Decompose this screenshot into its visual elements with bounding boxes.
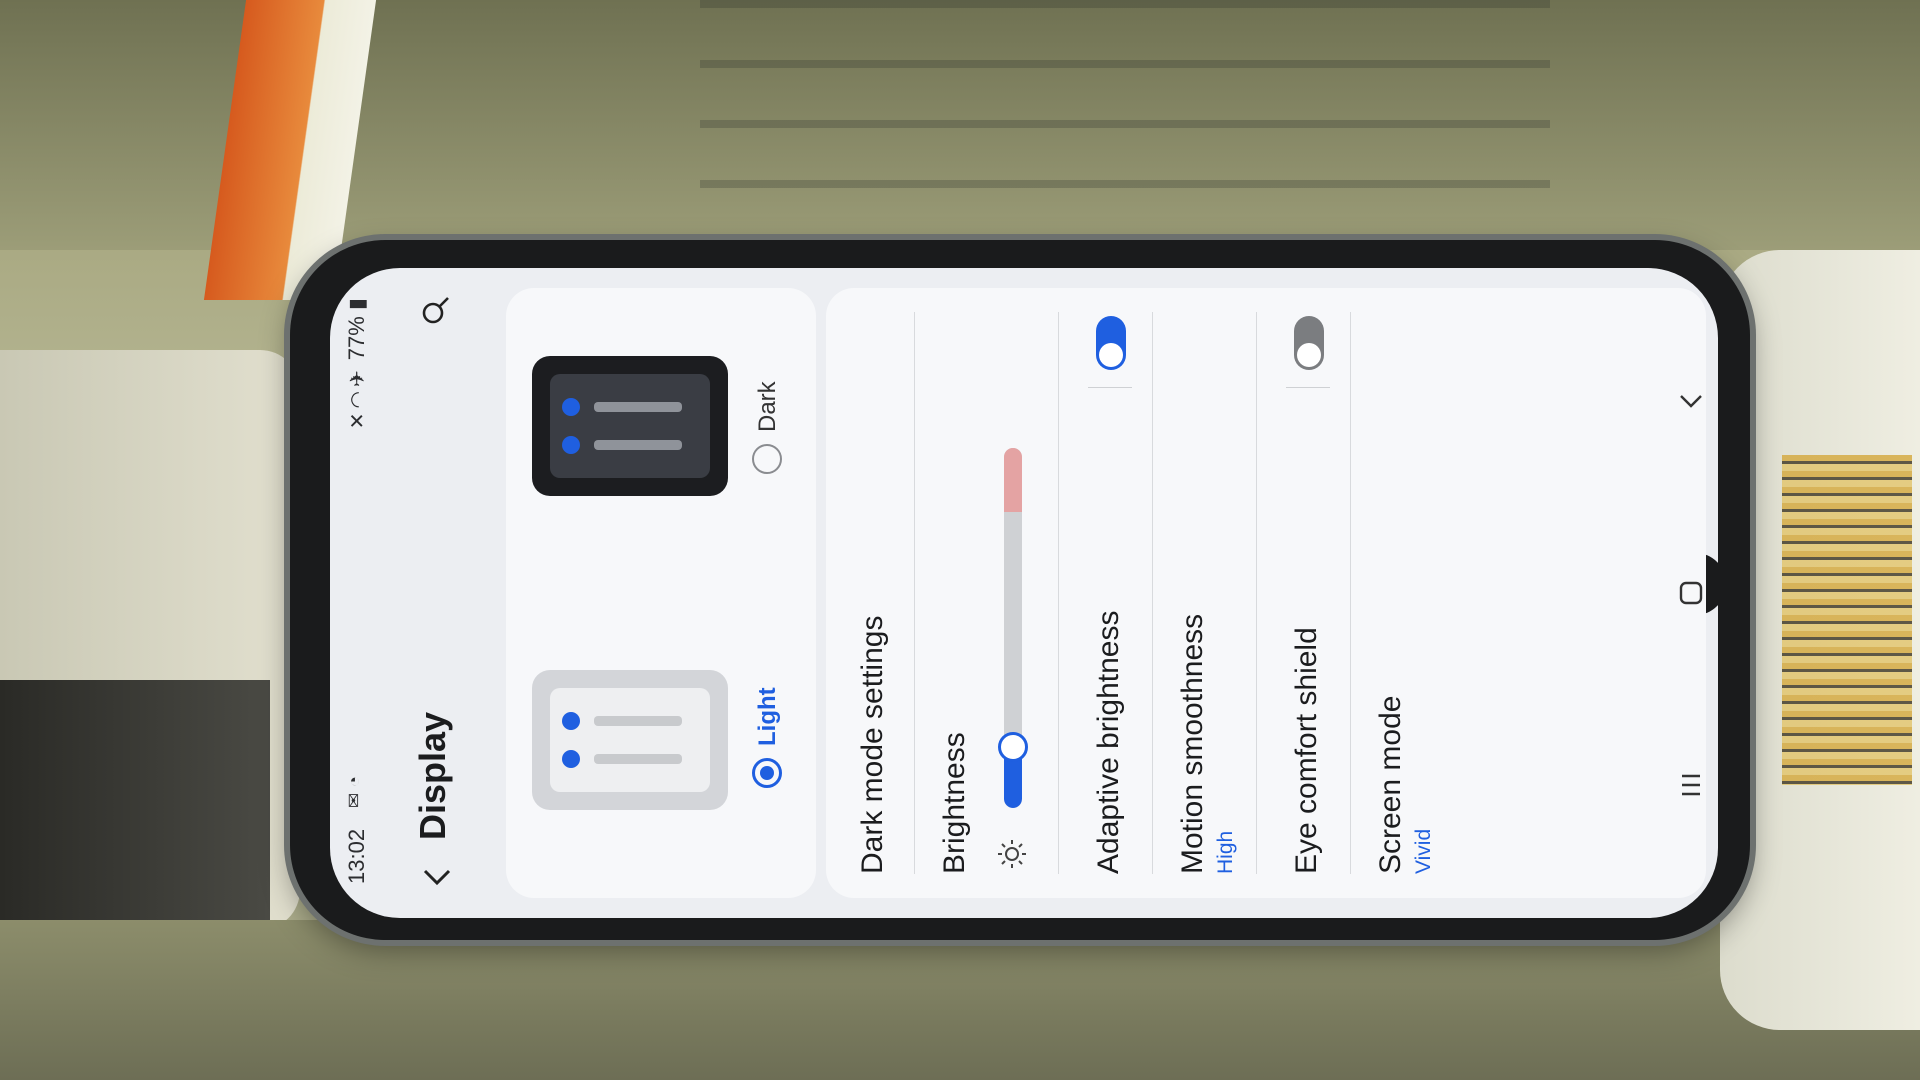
preview-dot bbox=[562, 750, 580, 768]
motion-smoothness-value: High bbox=[1214, 830, 1237, 874]
adaptive-brightness-item[interactable]: Adaptive brightness bbox=[1074, 312, 1146, 874]
divider bbox=[914, 312, 915, 874]
toggle-knob bbox=[1099, 343, 1123, 367]
search-icon bbox=[422, 297, 449, 324]
phone-screen: 13:02 ✉◔ ✕◠✈ 77% ▮ Display Light Dark Dar… bbox=[330, 268, 1718, 918]
light-preview-screen bbox=[550, 688, 710, 792]
brightness-label: Brightness bbox=[938, 732, 971, 874]
background-warning-label bbox=[1782, 455, 1912, 785]
divider bbox=[1350, 312, 1351, 874]
toggle-knob bbox=[1297, 343, 1321, 367]
chevron-left-icon bbox=[423, 869, 451, 886]
preview-dot bbox=[562, 398, 580, 416]
light-mode-preview[interactable] bbox=[532, 670, 728, 810]
preview-dot bbox=[562, 712, 580, 730]
mute-icon: ✕ bbox=[347, 408, 369, 430]
back-button[interactable] bbox=[414, 854, 460, 900]
eye-comfort-shield-label: Eye comfort shield bbox=[1290, 627, 1323, 874]
dark-mode-label: Dark bbox=[754, 381, 781, 432]
whatsapp-icon: ◔ bbox=[344, 770, 364, 787]
preview-bar bbox=[594, 754, 682, 764]
divider bbox=[1058, 312, 1059, 874]
notification-icons: ✉◔ bbox=[344, 770, 365, 808]
dark-mode-preview[interactable] bbox=[532, 356, 728, 496]
brightness-slider-thumb[interactable] bbox=[998, 732, 1028, 762]
adaptive-brightness-toggle[interactable] bbox=[1096, 316, 1126, 370]
brightness-high-zone bbox=[1004, 448, 1022, 512]
status-time: 13:02 bbox=[344, 828, 369, 884]
preview-bar bbox=[594, 716, 682, 726]
display-settings-page: 13:02 ✉◔ ✕◠✈ 77% ▮ Display Light Dark Dar… bbox=[330, 268, 1718, 918]
preview-bar bbox=[594, 402, 682, 412]
eye-comfort-shield-item[interactable]: Eye comfort shield bbox=[1272, 312, 1344, 874]
adaptive-brightness-label: Adaptive brightness bbox=[1092, 610, 1125, 875]
light-mode-label: Light bbox=[754, 687, 781, 746]
screen-mode-value: Vivid bbox=[1412, 828, 1435, 874]
sun-icon bbox=[996, 838, 1028, 870]
wifi-icon: ◠ bbox=[347, 387, 369, 409]
toggle-divider bbox=[1286, 387, 1330, 388]
theme-mode-card: Light Dark bbox=[506, 288, 816, 898]
battery-icon: ▮ bbox=[344, 298, 369, 317]
brightness-item: Brightness bbox=[930, 312, 978, 874]
dark-mode-radio[interactable] bbox=[752, 444, 782, 474]
status-bar: 13:02 ✉◔ ✕◠✈ 77% ▮ bbox=[330, 268, 386, 918]
back-icon bbox=[1680, 395, 1702, 408]
display-settings-list: Dark mode settings Brightness Adaptive b… bbox=[826, 288, 1706, 898]
navigation-bar bbox=[1660, 268, 1718, 918]
background-shelf bbox=[700, 0, 1550, 240]
home-button[interactable] bbox=[1668, 570, 1714, 616]
dark-mode-settings-label: Dark mode settings bbox=[856, 615, 889, 874]
search-button[interactable] bbox=[408, 282, 464, 338]
motion-smoothness-item[interactable]: Motion smoothness High bbox=[1168, 312, 1248, 874]
status-icons: ✕◠✈ bbox=[347, 366, 369, 429]
preview-bar bbox=[594, 440, 682, 450]
screen-mode-label: Screen mode bbox=[1374, 695, 1407, 874]
divider bbox=[1152, 312, 1153, 874]
home-icon bbox=[1679, 581, 1703, 605]
back-nav-button[interactable] bbox=[1668, 378, 1714, 424]
recents-button[interactable] bbox=[1668, 762, 1714, 808]
dark-mode-settings-item[interactable]: Dark mode settings bbox=[842, 312, 906, 874]
battery-text: 77% bbox=[344, 316, 369, 361]
dark-preview-screen bbox=[550, 374, 710, 478]
divider bbox=[1256, 312, 1257, 874]
recents-icon bbox=[1682, 774, 1700, 796]
motion-smoothness-label: Motion smoothness bbox=[1176, 613, 1209, 874]
preview-dot bbox=[562, 436, 580, 454]
background-floor bbox=[0, 920, 1920, 1080]
status-right: ✕◠✈ 77% ▮ bbox=[344, 298, 370, 429]
light-mode-radio[interactable] bbox=[752, 758, 782, 788]
message-icon: ✉ bbox=[344, 786, 364, 808]
page-title: Display bbox=[412, 711, 453, 840]
brightness-slider-row bbox=[982, 312, 1042, 874]
toggle-divider bbox=[1088, 387, 1132, 388]
eye-comfort-shield-toggle[interactable] bbox=[1294, 316, 1324, 370]
airplane-icon: ✈ bbox=[347, 366, 369, 388]
app-bar: Display bbox=[386, 268, 506, 918]
screen-mode-item[interactable]: Screen mode Vivid bbox=[1366, 312, 1446, 874]
